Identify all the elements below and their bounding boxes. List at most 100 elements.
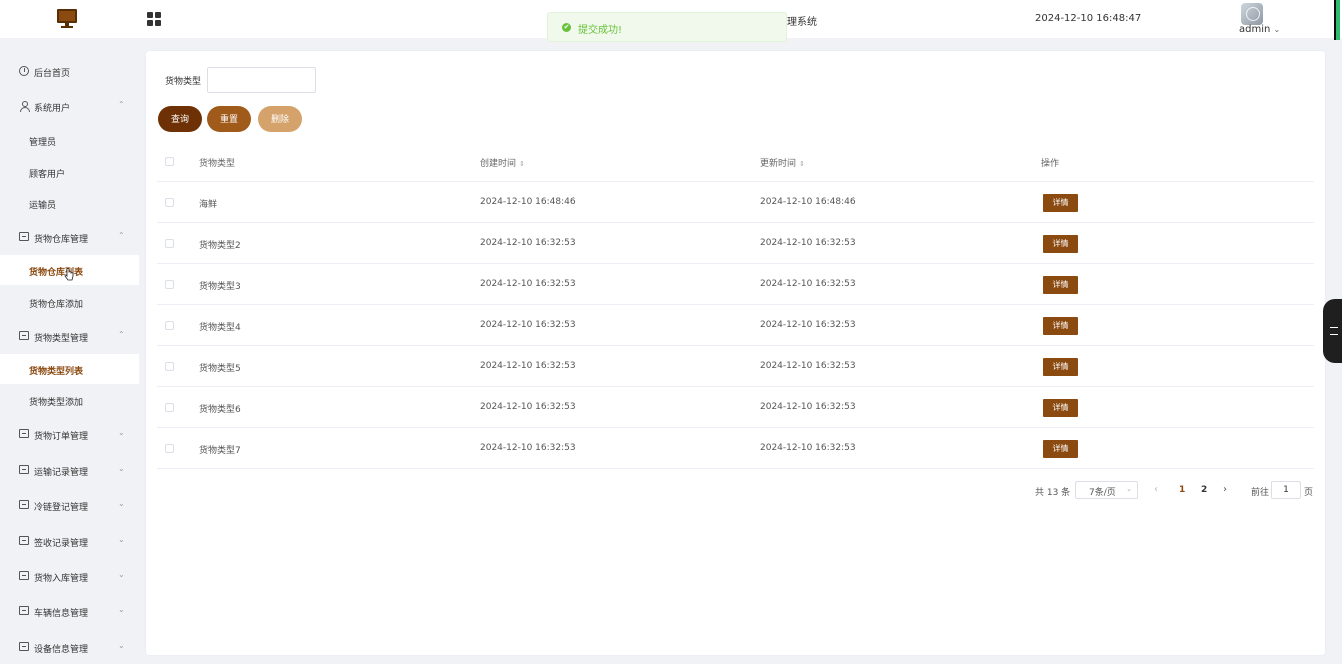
box-icon <box>19 331 30 342</box>
sidebar-item-dashboard[interactable]: 后台首页 <box>0 56 139 88</box>
cell-updated: 2024-12-10 16:32:53 <box>760 361 856 371</box>
column-header-created[interactable]: 创建时间 ⇕ <box>480 156 525 169</box>
box-icon <box>19 571 30 582</box>
sidebar-item-label: 运输记录管理 <box>34 468 89 478</box>
avatar[interactable] <box>1241 3 1263 25</box>
sidebar-subitem-warehouse-add[interactable]: 货物仓库添加 <box>0 287 139 317</box>
table-row: 货物类型5 2024-12-10 16:32:53 2024-12-10 16:32… <box>157 346 1314 387</box>
sort-icon[interactable]: ⇕ <box>799 160 805 168</box>
page-1-button[interactable]: 1 <box>1179 485 1185 495</box>
detail-button[interactable]: 详情 <box>1043 440 1078 458</box>
sidebar-item-transport-mgmt[interactable]: 运输记录管理 ⌄ <box>0 455 139 487</box>
page-size-value: 7条/页 <box>1089 488 1116 498</box>
prev-page-button[interactable]: ‹ <box>1154 484 1158 495</box>
sidebar-item-label: 货物仓库列表 <box>29 268 84 278</box>
sidebar-subitem-type-add[interactable]: 货物类型添加 <box>0 385 139 415</box>
scrollbar-indicator <box>1334 0 1340 40</box>
column-header-actions: 操作 <box>1041 159 1060 169</box>
column-label: 更新时间 <box>760 159 797 169</box>
chevron-down-icon: ⌄ <box>1126 485 1132 493</box>
row-checkbox[interactable] <box>165 321 174 330</box>
sidebar-item-device-mgmt[interactable]: 设备信息管理 ⌄ <box>0 632 139 664</box>
detail-button[interactable]: 详情 <box>1043 276 1078 294</box>
detail-button[interactable]: 详情 <box>1043 194 1078 212</box>
sidebar-item-order-mgmt[interactable]: 货物订单管理 ⌄ <box>0 419 139 451</box>
hand-cursor-icon <box>64 268 74 281</box>
cell-updated: 2024-12-10 16:48:46 <box>760 197 856 207</box>
cell-type: 货物类型4 <box>199 323 241 333</box>
sidebar-item-inbound-mgmt[interactable]: 货物入库管理 ⌄ <box>0 561 139 593</box>
cell-type: 货物类型2 <box>199 241 241 251</box>
sidebar-item-label: 货物订单管理 <box>34 432 89 442</box>
goto-page-input[interactable]: 1 <box>1271 481 1301 499</box>
sidebar-item-label: 货物类型添加 <box>29 398 84 408</box>
box-icon <box>19 465 30 476</box>
box-icon <box>19 500 30 511</box>
sidebar-item-type-mgmt[interactable]: 货物类型管理 ⌃ <box>0 321 139 353</box>
cargo-type-input[interactable] <box>207 67 316 93</box>
column-header-updated[interactable]: 更新时间 ⇕ <box>760 156 805 169</box>
delete-button[interactable]: 删除 <box>258 106 302 132</box>
detail-button[interactable]: 详情 <box>1043 399 1078 417</box>
page-2-button[interactable]: 2 <box>1201 485 1207 495</box>
check-circle-icon: ✔ <box>562 23 571 32</box>
sort-icon[interactable]: ⇕ <box>519 160 525 168</box>
cell-updated: 2024-12-10 16:32:53 <box>760 402 856 412</box>
cell-type: 货物类型6 <box>199 405 241 415</box>
sidebar-subitem-type-list[interactable]: 货物类型列表 <box>0 354 139 384</box>
detail-button[interactable]: 详情 <box>1043 235 1078 253</box>
cell-created: 2024-12-10 16:32:53 <box>480 361 576 371</box>
page-size-select[interactable]: 7条/页 ⌄ <box>1075 481 1138 499</box>
user-name: admin <box>1239 24 1271 35</box>
row-checkbox[interactable] <box>165 444 174 453</box>
sidebar-item-label: 签收记录管理 <box>34 539 89 549</box>
row-checkbox[interactable] <box>165 239 174 248</box>
reset-button[interactable]: 重置 <box>207 106 251 132</box>
table-row: 货物类型3 2024-12-10 16:32:53 2024-12-10 16:32… <box>157 264 1314 305</box>
sidebar-item-label: 货物仓库管理 <box>34 235 89 245</box>
sidebar-item-warehouse-mgmt[interactable]: 货物仓库管理 ⌃ <box>0 222 139 254</box>
cell-updated: 2024-12-10 16:32:53 <box>760 238 856 248</box>
column-label: 创建时间 <box>480 159 517 169</box>
chevron-down-icon: ⌄ <box>118 641 125 650</box>
detail-button[interactable]: 详情 <box>1043 358 1078 376</box>
sidebar-item-signoff-mgmt[interactable]: 签收记录管理 ⌄ <box>0 526 139 558</box>
page-suffix: 页 <box>1304 488 1314 498</box>
monitor-logo-icon <box>57 9 77 29</box>
user-menu[interactable]: admin ⌄ <box>1239 24 1280 35</box>
menu-grid-icon[interactable] <box>147 12 161 26</box>
sidebar-subitem-transporters[interactable]: 运输员 <box>0 188 139 218</box>
sidebar-item-vehicle-mgmt[interactable]: 车辆信息管理 ⌄ <box>0 596 139 628</box>
sidebar-item-label: 货物类型管理 <box>34 334 89 344</box>
row-checkbox[interactable] <box>165 362 174 371</box>
pagination: 共 13 条 7条/页 ⌄ ‹ 1 2 › 前往 1 页 <box>146 481 1327 501</box>
sidebar-subitem-customers[interactable]: 顾客用户 <box>0 157 139 187</box>
sidebar-item-label: 冷链登记管理 <box>34 503 89 513</box>
table-row: 货物类型6 2024-12-10 16:32:53 2024-12-10 16:32… <box>157 387 1314 428</box>
sidebar-item-system-users[interactable]: 系统用户 ⌃ <box>0 91 139 123</box>
chevron-down-icon: ⌄ <box>118 464 125 473</box>
box-icon <box>19 536 30 547</box>
chevron-up-icon: ⌃ <box>118 100 125 109</box>
row-checkbox[interactable] <box>165 198 174 207</box>
row-checkbox[interactable] <box>165 403 174 412</box>
side-drawer-handle[interactable] <box>1323 299 1342 363</box>
cell-updated: 2024-12-10 16:32:53 <box>760 279 856 289</box>
next-page-button[interactable]: › <box>1223 484 1227 495</box>
user-icon <box>19 101 30 112</box>
row-checkbox[interactable] <box>165 280 174 289</box>
table-row: 货物类型7 2024-12-10 16:32:53 2024-12-10 16:32… <box>157 428 1314 469</box>
main-panel: 货物类型 查询 重置 删除 货物类型 创建时间 ⇕ 更新时间 ⇕ 操作 海鲜 2024… <box>145 50 1326 656</box>
sidebar-subitem-admin[interactable]: 管理员 <box>0 125 139 155</box>
chevron-up-icon: ⌃ <box>118 330 125 339</box>
cargo-type-table: 货物类型 创建时间 ⇕ 更新时间 ⇕ 操作 海鲜 2024-12-10 16:48:4… <box>157 141 1314 469</box>
chevron-down-icon: ⌄ <box>118 535 125 544</box>
sidebar-item-label: 货物类型列表 <box>29 367 84 377</box>
select-all-checkbox[interactable] <box>165 157 174 166</box>
box-icon <box>19 606 30 617</box>
sidebar-item-label: 货物入库管理 <box>34 574 89 584</box>
query-button[interactable]: 查询 <box>158 106 202 132</box>
detail-button[interactable]: 详情 <box>1043 317 1078 335</box>
sidebar: 后台首页 系统用户 ⌃ 管理员 顾客用户 运输员 货物仓库管理 ⌃ 货物仓库列表… <box>0 40 139 664</box>
sidebar-item-coldchain-mgmt[interactable]: 冷链登记管理 ⌄ <box>0 490 139 522</box>
